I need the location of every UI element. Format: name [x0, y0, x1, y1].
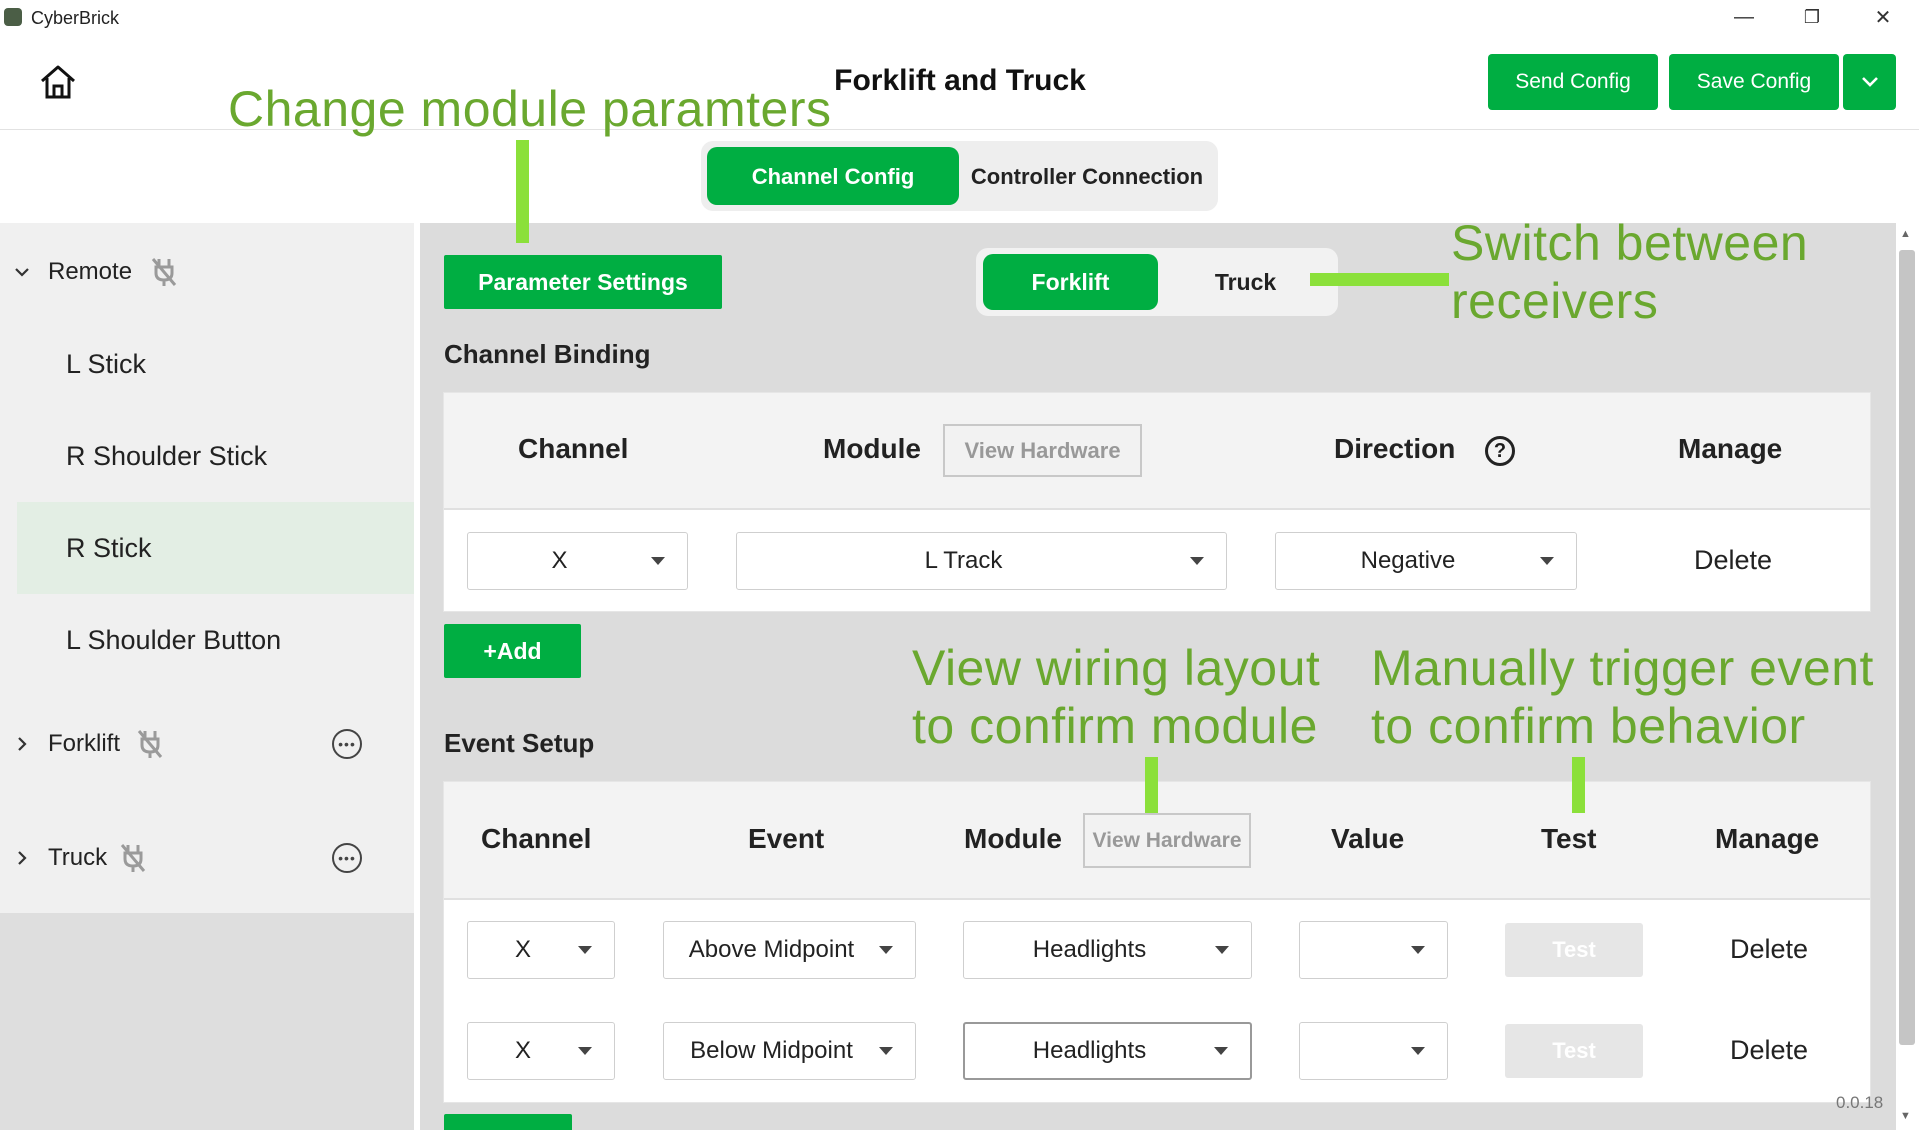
dropdown-caret-icon [879, 1047, 893, 1055]
binding-delete-link[interactable]: Delete [1694, 545, 1772, 576]
annotation-receivers-line1: Switch between [1451, 215, 1809, 271]
send-config-button[interactable]: Send Config [1488, 54, 1658, 110]
event-channel-select[interactable]: X [467, 921, 615, 979]
sidebar-group-label: Truck [48, 844, 108, 871]
receiver-tab-forklift[interactable]: Forklift [983, 254, 1158, 310]
help-icon[interactable]: ? [1485, 436, 1515, 466]
more-options-icon[interactable]: ••• [332, 843, 362, 873]
sidebar-group-remote[interactable]: Remote [14, 252, 178, 292]
tab-channel-config[interactable]: Channel Config [707, 147, 959, 205]
scrollbar-thumb[interactable] [1899, 250, 1915, 1045]
dropdown-caret-icon [1411, 946, 1425, 954]
test-event-button[interactable]: Test [1505, 1024, 1643, 1078]
binding-direction-select[interactable]: Negative [1275, 532, 1577, 590]
col-manage: Manage [1678, 433, 1783, 464]
annotation-trigger-line2: to confirm behavior [1371, 698, 1806, 754]
event-value-select[interactable] [1299, 1022, 1448, 1080]
dropdown-caret-icon [578, 1047, 592, 1055]
col-channel: Channel [518, 433, 629, 464]
minimize-button[interactable]: — [1726, 4, 1762, 30]
annotation-params: Change module paramters [228, 81, 832, 137]
col-value: Value [1331, 823, 1405, 854]
sidebar-item-r-stick[interactable]: R Stick [17, 502, 414, 594]
col-direction: Direction [1334, 433, 1456, 464]
col-module: Module [964, 823, 1062, 854]
dropdown-caret-icon [578, 946, 592, 954]
chevron-right-icon [18, 851, 27, 865]
dropdown-caret-icon [1540, 557, 1554, 565]
dropdown-caret-icon [1411, 1047, 1425, 1055]
event-type-select[interactable]: Below Midpoint [663, 1022, 916, 1080]
disconnected-icon [151, 258, 177, 286]
restore-button[interactable]: ❐ [1794, 4, 1830, 30]
annotation-receivers-line [1310, 273, 1449, 286]
annotation-wiring-line2: to confirm module [912, 698, 1318, 754]
event-value-select[interactable] [1299, 921, 1448, 979]
event-channel-select[interactable]: X [467, 1022, 615, 1080]
chevron-down-icon [1861, 77, 1878, 87]
home-icon[interactable] [38, 62, 78, 102]
sidebar-item-l-stick[interactable]: L Stick [17, 318, 414, 410]
annotation-trigger-line [1572, 757, 1585, 813]
sidebar-footer-area [0, 913, 414, 1130]
event-setup-title: Event Setup [444, 728, 595, 758]
event-type-select[interactable]: Above Midpoint [663, 921, 916, 979]
chevron-down-icon [15, 268, 29, 277]
parameter-settings-button[interactable]: Parameter Settings [444, 255, 722, 309]
chevron-right-icon [18, 737, 27, 751]
dropdown-caret-icon [1214, 1047, 1228, 1055]
event-delete-link[interactable]: Delete [1730, 934, 1808, 965]
tab-controller-connection[interactable]: Controller Connection [962, 147, 1212, 205]
sidebar-group-label: Forklift [48, 730, 120, 757]
dropdown-caret-icon [651, 557, 665, 565]
sidebar-item-label: L Stick [66, 348, 147, 379]
annotation-params-line [516, 140, 529, 243]
dropdown-caret-icon [1190, 557, 1204, 565]
version-label: 0.0.18 [1836, 1093, 1884, 1112]
event-delete-link[interactable]: Delete [1730, 1035, 1808, 1066]
save-options-dropdown[interactable] [1843, 54, 1896, 110]
scroll-up-icon[interactable]: ▲ [1900, 228, 1911, 240]
window-title: CyberBrick [31, 8, 120, 28]
annotation-wiring-line1: View wiring layout [912, 640, 1321, 696]
channel-binding-title: Channel Binding [444, 339, 651, 369]
sidebar-item-l-shoulder-button[interactable]: L Shoulder Button [17, 594, 414, 686]
add-event-button[interactable] [444, 1114, 572, 1130]
close-button[interactable]: ✕ [1865, 4, 1901, 30]
col-test: Test [1541, 823, 1597, 854]
annotation-receivers-line2: receivers [1451, 273, 1659, 329]
title-bar [0, 0, 1919, 34]
event-module-select[interactable]: Headlights [963, 1022, 1252, 1080]
dropdown-caret-icon [1215, 946, 1229, 954]
more-options-icon[interactable]: ••• [332, 729, 362, 759]
receiver-tab-truck[interactable]: Truck [1158, 254, 1333, 310]
disconnected-icon [120, 844, 146, 872]
binding-module-select[interactable]: L Track [736, 532, 1227, 590]
test-event-button[interactable]: Test [1505, 923, 1643, 977]
app-logo-icon [4, 8, 22, 26]
dropdown-caret-icon [879, 946, 893, 954]
save-config-button[interactable]: Save Config [1669, 54, 1839, 110]
add-binding-button[interactable]: +Add [444, 624, 581, 678]
event-module-select[interactable]: Headlights [963, 921, 1252, 979]
binding-table-header [444, 393, 1870, 510]
annotation-wiring-line [1145, 757, 1158, 813]
col-channel: Channel [481, 823, 592, 854]
binding-channel-select[interactable]: X [467, 532, 688, 590]
sidebar-item-label: R Shoulder Stick [66, 440, 268, 471]
scroll-down-icon[interactable]: ▼ [1900, 1110, 1911, 1122]
sidebar-group-forklift[interactable]: Forklift [14, 724, 164, 764]
sidebar-group-truck[interactable]: Truck [14, 838, 147, 878]
col-manage: Manage [1715, 823, 1820, 854]
disconnected-icon [137, 730, 163, 758]
view-hardware-button[interactable]: View Hardware [1083, 813, 1251, 868]
col-event: Event [748, 823, 825, 854]
sidebar-item-label: R Stick [66, 532, 152, 563]
col-module: Module [823, 433, 921, 464]
view-hardware-button[interactable]: View Hardware [943, 424, 1142, 477]
annotation-trigger-line1: Manually trigger event [1371, 640, 1874, 696]
sidebar-item-label: L Shoulder Button [66, 624, 282, 655]
sidebar-item-r-shoulder-stick[interactable]: R Shoulder Stick [17, 410, 414, 502]
sidebar-group-label: Remote [48, 258, 133, 285]
